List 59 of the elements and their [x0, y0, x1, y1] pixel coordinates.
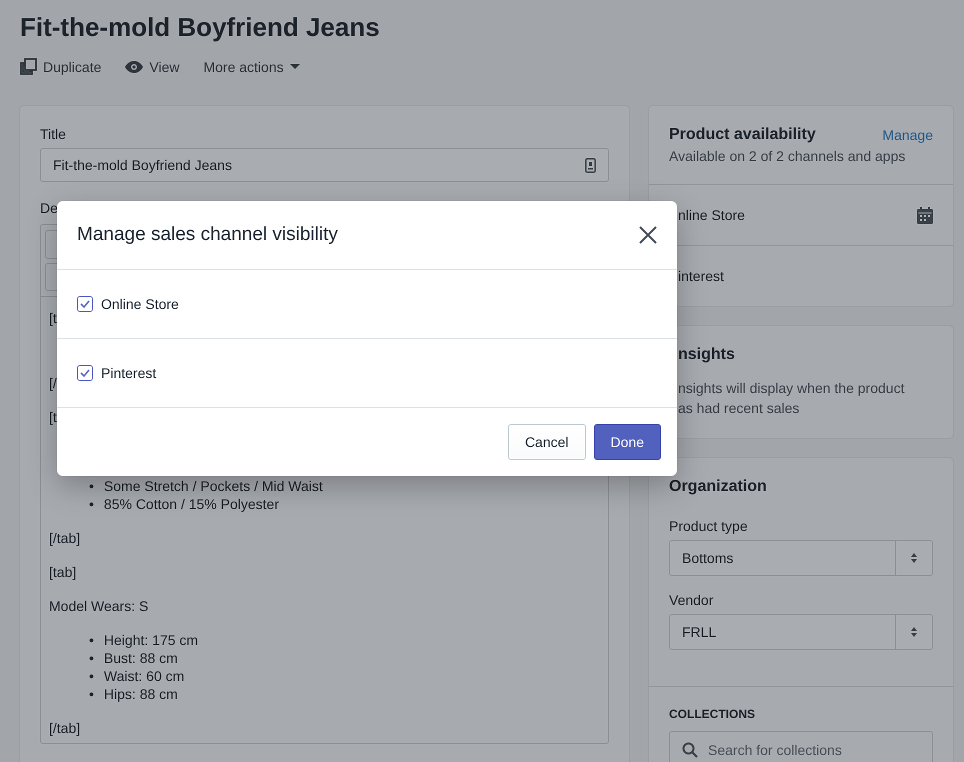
dialog-title: Manage sales channel visibility: [77, 224, 338, 246]
manage-link[interactable]: Manage: [882, 127, 933, 143]
cancel-button[interactable]: Cancel: [508, 424, 586, 460]
bullet: •: [89, 495, 94, 513]
channel-name: nline Store: [678, 207, 745, 223]
bullet: •: [89, 649, 94, 667]
checkbox-label: Pinterest: [101, 365, 156, 381]
editor-text: [t: [49, 309, 57, 327]
list-item: Height: 175 cm: [104, 631, 198, 649]
calendar-icon[interactable]: [917, 206, 933, 224]
duplicate-icon: [20, 58, 37, 75]
section-label: COLLECTIONS: [669, 707, 756, 721]
card-title: nsights: [678, 346, 736, 364]
close-icon: [639, 226, 657, 244]
checkmark-icon: [80, 300, 90, 308]
sort-icon: [911, 553, 917, 563]
action-link[interactable]: View: [125, 58, 180, 74]
editor-text: [t: [49, 408, 57, 426]
search-field[interactable]: Search for collections: [669, 731, 933, 762]
availability-summary: Available on 2 of 2 channels and apps: [669, 148, 906, 164]
checkbox[interactable]: [77, 365, 93, 381]
field-label: Title: [40, 126, 67, 142]
bullet: •: [89, 477, 94, 495]
list-item: Waist: 60 cm: [104, 667, 184, 685]
bullet: •: [89, 667, 94, 685]
list-item: 85% Cotton / 15% Polyester: [104, 495, 280, 513]
field-icon: [585, 158, 596, 172]
eye-icon: [125, 60, 144, 72]
select-field[interactable]: Bottoms: [669, 540, 933, 576]
field-label: Vendor: [669, 592, 714, 608]
title-input[interactable]: Fit-the-mold Boyfriend Jeans: [40, 148, 609, 182]
bullet: •: [89, 631, 94, 649]
channel-name: interest: [678, 268, 724, 284]
card-title: Product availability: [669, 126, 816, 144]
caret-icon: [290, 64, 300, 69]
field-label: De: [40, 200, 59, 216]
checkbox-label: Online Store: [101, 296, 179, 312]
editor-text: [/tab]: [49, 719, 80, 737]
done-button[interactable]: Done: [594, 424, 661, 460]
editor-text: [/tab]: [49, 529, 80, 547]
checkbox[interactable]: [77, 296, 93, 312]
page-title: Fit-the-mold Boyfriend Jeans: [20, 12, 381, 42]
checkmark-icon: [80, 369, 90, 377]
list-item: Bust: 88 cm: [104, 649, 178, 667]
search-icon: [682, 742, 698, 758]
close-button[interactable]: [639, 226, 657, 244]
more-actions-menu[interactable]: More actions: [203, 58, 300, 74]
select-field[interactable]: FRLL: [669, 614, 933, 650]
bullet: •: [89, 685, 94, 703]
insights-text: nsights will display when the product as had recent sales: [678, 379, 906, 418]
card-title: Organization: [669, 478, 768, 496]
list-item: Hips: 88 cm: [104, 685, 178, 703]
list-item: Some Stretch / Pockets / Mid Waist: [104, 477, 323, 495]
editor-text: [tab]: [49, 563, 76, 581]
field-label: Product type: [669, 518, 749, 534]
editor-text: Model Wears: S: [49, 597, 148, 615]
editor-text: [/: [49, 374, 57, 392]
action-link[interactable]: Duplicate: [20, 58, 102, 75]
sort-icon: [911, 627, 917, 637]
